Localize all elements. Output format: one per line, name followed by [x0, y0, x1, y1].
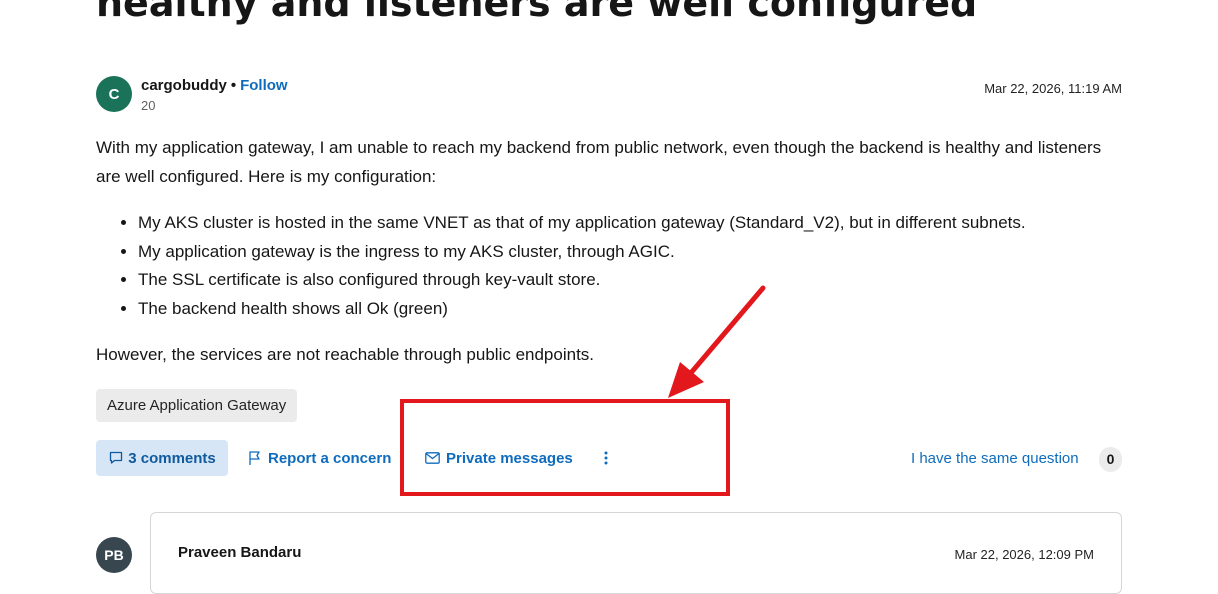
tag-azure-application-gateway[interactable]: Azure Application Gateway — [96, 389, 298, 422]
question-body-closing: However, the services are not reachable … — [96, 345, 595, 364]
list-item: The backend health shows all Ok (green) — [138, 295, 1168, 324]
private-messages-label: Private messages — [446, 449, 573, 467]
list-item: My application gateway is the ingress to… — [138, 238, 1168, 267]
list-item: My AKS cluster is hosted in the same VNE… — [138, 209, 1168, 238]
same-question-button[interactable]: I have the same question — [911, 450, 1079, 467]
comment-icon — [110, 451, 123, 464]
flag-icon — [249, 451, 260, 465]
comment-date: Mar 22, 2026, 12:09 PM — [954, 547, 1094, 562]
more-vertical-icon — [604, 451, 608, 465]
mail-icon — [425, 452, 440, 464]
follow-link[interactable]: Follow — [240, 77, 288, 94]
same-question-count: 0 — [1099, 447, 1122, 472]
comments-label: 3 comments — [128, 449, 216, 467]
question-title: healthy and listeners are well configure… — [96, 0, 978, 25]
private-messages-button[interactable]: Private messages — [425, 440, 573, 476]
configuration-list: My AKS cluster is hosted in the same VNE… — [96, 209, 1168, 324]
author-name[interactable]: cargobuddy — [141, 77, 227, 94]
more-options-button[interactable] — [603, 440, 615, 476]
report-concern-button[interactable]: Report a concern — [248, 440, 391, 476]
separator-dot: • — [230, 77, 237, 94]
question-date: Mar 22, 2026, 11:19 AM — [984, 81, 1122, 96]
list-item: The SSL certificate is also configured t… — [138, 266, 1168, 295]
commenter-avatar[interactable]: PB — [96, 537, 132, 573]
author-reputation: 20 — [141, 98, 156, 113]
comments-button[interactable]: 3 comments — [96, 440, 228, 476]
author-row: cargobuddy • Follow — [141, 77, 288, 94]
question-body-intro: With my application gateway, I am unable… — [96, 138, 1102, 186]
author-avatar[interactable]: C — [96, 76, 132, 112]
report-concern-label: Report a concern — [268, 449, 392, 467]
comment-author[interactable]: Praveen Bandaru — [178, 544, 301, 561]
